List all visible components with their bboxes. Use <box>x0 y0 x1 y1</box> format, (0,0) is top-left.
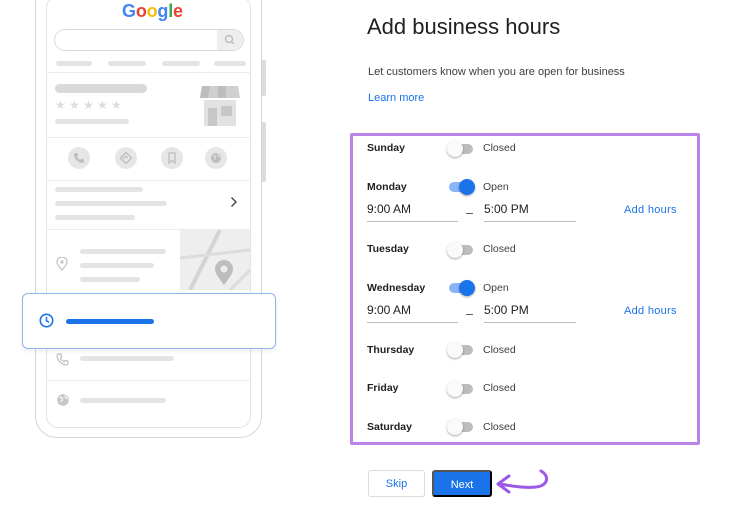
clock-icon <box>39 313 54 328</box>
close-time-wednesday[interactable]: 5:00 PM <box>484 303 576 323</box>
placeholder-bar <box>162 61 200 66</box>
placeholder-bar <box>56 61 92 66</box>
placeholder-bar <box>108 61 146 66</box>
toggle-wednesday[interactable] <box>447 280 475 296</box>
hours-placeholder-bar <box>66 319 154 324</box>
time-separator <box>466 314 473 315</box>
star-icon: ★ <box>55 98 66 112</box>
add-hours-monday-link[interactable]: Add hours <box>624 204 677 216</box>
divider <box>46 72 251 73</box>
phone-icon <box>68 147 90 169</box>
skip-button[interactable]: Skip <box>368 470 425 497</box>
star-icon: ★ <box>83 98 94 112</box>
search-button <box>217 30 243 50</box>
phone-side-button <box>262 122 266 182</box>
day-label-saturday: Saturday <box>367 421 412 433</box>
close-time-monday[interactable]: 5:00 PM <box>484 202 576 222</box>
toggle-saturday[interactable] <box>447 419 475 435</box>
open-time-monday[interactable]: 9:00 AM <box>367 202 458 222</box>
status-thursday: Closed <box>483 344 516 356</box>
logo-letter: o <box>135 1 147 21</box>
logo-letter: e <box>173 1 183 21</box>
star-icon: ★ <box>111 98 122 112</box>
placeholder-bar <box>55 215 135 220</box>
day-label-friday: Friday <box>367 382 399 394</box>
next-button[interactable]: Next <box>432 470 492 497</box>
placeholder-bar <box>214 61 246 66</box>
toggle-thursday[interactable] <box>447 342 475 358</box>
search-bar <box>54 29 244 51</box>
divider <box>46 180 251 181</box>
placeholder-bar <box>80 356 174 361</box>
storefront-icon <box>200 86 240 126</box>
pointer-arrow-icon <box>496 469 549 494</box>
placeholder-bar <box>80 277 140 282</box>
placeholder-bar <box>55 187 143 192</box>
learn-more-link[interactable]: Learn more <box>368 92 424 104</box>
map-pin-icon <box>215 260 233 285</box>
status-wednesday: Open <box>483 282 509 294</box>
time-separator <box>466 213 473 214</box>
page-subtitle: Let customers know when you are open for… <box>368 66 625 78</box>
website-icon <box>57 394 69 406</box>
divider <box>46 380 251 381</box>
google-logo: Google <box>122 1 183 22</box>
toggle-tuesday[interactable] <box>447 242 475 258</box>
logo-letter: G <box>122 1 136 21</box>
page-title: Add business hours <box>367 14 561 39</box>
placeholder-bar <box>55 201 167 206</box>
placeholder-bar <box>80 263 154 268</box>
chevron-right-icon <box>231 197 237 207</box>
logo-letter: o <box>146 1 158 21</box>
star-icon: ★ <box>69 98 80 112</box>
business-name-placeholder <box>55 84 147 93</box>
placeholder-bar <box>80 249 166 254</box>
toggle-sunday[interactable] <box>447 141 475 157</box>
status-saturday: Closed <box>483 421 516 433</box>
hours-highlight-card <box>22 293 276 349</box>
website-icon <box>205 147 227 169</box>
bookmark-icon <box>161 147 183 169</box>
toggle-friday[interactable] <box>447 381 475 397</box>
placeholder-bar <box>80 398 166 403</box>
day-label-wednesday: Wednesday <box>367 282 426 294</box>
location-pin-icon <box>56 257 68 271</box>
divider <box>46 137 251 138</box>
day-label-thursday: Thursday <box>367 344 415 356</box>
map-thumbnail <box>180 230 250 290</box>
open-time-wednesday[interactable]: 9:00 AM <box>367 303 458 323</box>
phone-side-button <box>262 60 266 96</box>
day-label-tuesday: Tuesday <box>367 243 409 255</box>
day-label-sunday: Sunday <box>367 142 405 154</box>
directions-icon <box>115 147 137 169</box>
status-monday: Open <box>483 181 509 193</box>
toggle-monday[interactable] <box>447 179 475 195</box>
placeholder-bar <box>55 119 129 124</box>
add-hours-wednesday-link[interactable]: Add hours <box>624 305 677 317</box>
star-icon: ★ <box>97 98 108 112</box>
search-icon <box>224 34 235 45</box>
status-friday: Closed <box>483 382 516 394</box>
phone-icon <box>56 353 69 366</box>
status-tuesday: Closed <box>483 243 516 255</box>
status-sunday: Closed <box>483 142 516 154</box>
logo-letter: g <box>157 1 169 21</box>
day-label-monday: Monday <box>367 181 407 193</box>
